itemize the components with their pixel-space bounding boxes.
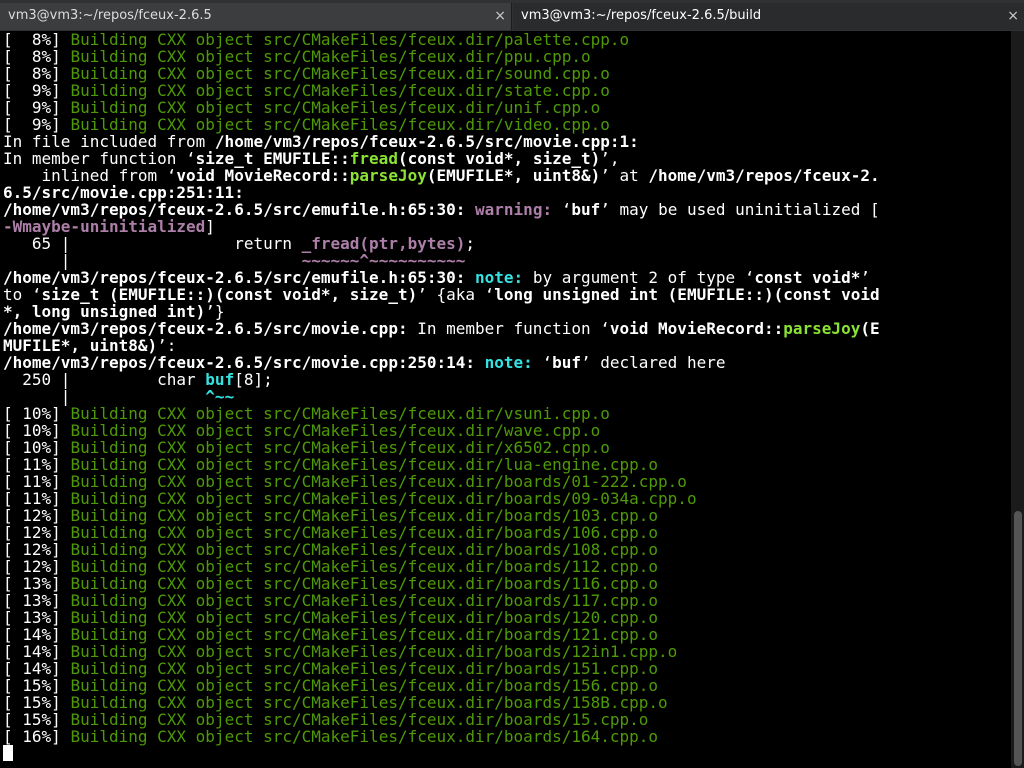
terminal-text-segment: ’ at (600, 166, 649, 185)
terminal-line: [ 16%] Building CXX object src/CMakeFile… (3, 728, 880, 745)
terminal-output[interactable]: [ 8%] Building CXX object src/CMakeFiles… (0, 31, 1011, 768)
scrollbar-thumb[interactable] (1014, 511, 1022, 766)
terminal-text-segment: In member function ‘ (407, 319, 610, 338)
terminal-scrollbar[interactable] (1011, 31, 1024, 768)
terminal-line: [ 11%] Building CXX object src/CMakeFile… (3, 456, 880, 473)
terminal-line: /home/vm3/repos/fceux-2.6.5/src/emufile.… (3, 201, 880, 218)
terminal-line: In file included from /home/vm3/repos/fc… (3, 133, 880, 150)
terminal-text-segment: parseJoy (783, 319, 861, 338)
terminal-line: MUFILE*, uint8&)’: (3, 337, 880, 354)
terminal-line: | ~~~~~~^~~~~~~~~~~ (3, 252, 880, 269)
terminal-line: [ 10%] Building CXX object src/CMakeFile… (3, 405, 880, 422)
terminal-line: [ 8%] Building CXX object src/CMakeFiles… (3, 48, 880, 65)
terminal-line: [ 8%] Building CXX object src/CMakeFiles… (3, 31, 880, 48)
terminal-line: | ^~~ (3, 388, 880, 405)
terminal-line: [ 14%] Building CXX object src/CMakeFile… (3, 660, 880, 677)
terminal-line: [ 9%] Building CXX object src/CMakeFiles… (3, 82, 880, 99)
close-icon[interactable]: × (1007, 3, 1019, 29)
terminal-line: inlined from ‘void MovieRecord::parseJoy… (3, 167, 880, 184)
terminal-line: 65 | return _fread(ptr,bytes); (3, 235, 880, 252)
terminal-line: [ 13%] Building CXX object src/CMakeFile… (3, 575, 880, 592)
terminal-text-segment: warning: (475, 200, 562, 219)
terminal-text-segment: long unsigned int (EMUFILE::)(const void (494, 285, 880, 304)
terminal-line: [ 15%] Building CXX object src/CMakeFile… (3, 711, 880, 728)
terminal-text-segment: [ 16%] (3, 727, 71, 746)
terminal-text-segment: ’ declared here (580, 353, 726, 372)
terminal-text-segment: Building CXX object src/CMakeFiles/fceux… (70, 727, 659, 746)
terminal-text-segment: (EMUFILE*, uint8&) (426, 166, 601, 185)
terminal-line: *, long unsigned int)’} (3, 303, 880, 320)
terminal-line: In member function ‘size_t EMUFILE::frea… (3, 150, 880, 167)
text-cursor (3, 745, 13, 761)
terminal-text-segment: (E (860, 319, 880, 338)
terminal-text-segment: [8]; (234, 370, 273, 389)
terminal-line: [ 12%] Building CXX object src/CMakeFile… (3, 507, 880, 524)
terminal-prompt-line[interactable] (3, 745, 880, 762)
terminal-text-segment: void MovieRecord:: (609, 319, 784, 338)
terminal-line: [ 9%] Building CXX object src/CMakeFiles… (3, 116, 880, 133)
terminal-line: [ 12%] Building CXX object src/CMakeFile… (3, 524, 880, 541)
terminal-line: -Wmaybe-uninitialized] (3, 218, 880, 235)
terminal-text-segment: ‘ (561, 200, 572, 219)
terminal-line: [ 15%] Building CXX object src/CMakeFile… (3, 677, 880, 694)
terminal-line: to ‘size_t (EMUFILE::)(const void*, size… (3, 286, 880, 303)
terminal-line: [ 8%] Building CXX object src/CMakeFiles… (3, 65, 880, 82)
terminal-line: [ 11%] Building CXX object src/CMakeFile… (3, 473, 880, 490)
terminal-line: [ 13%] Building CXX object src/CMakeFile… (3, 592, 880, 609)
terminal-text-segment: ’ {aka ‘ (417, 285, 495, 304)
terminal-text-segment: note: (484, 353, 543, 372)
terminal-text-segment: ’ may be used uninitialized [ (600, 200, 880, 219)
terminal-line: 250 | char buf[8]; (3, 371, 880, 388)
tab-title: vm3@vm3:~/repos/fceux-2.6.5/build (521, 8, 762, 23)
terminal-text-segment: buf (571, 200, 601, 219)
terminal-line: [ 9%] Building CXX object src/CMakeFiles… (3, 99, 880, 116)
terminal-text-segment: ; (465, 234, 476, 253)
terminal-line: [ 14%] Building CXX object src/CMakeFile… (3, 643, 880, 660)
terminal-line: [ 12%] Building CXX object src/CMakeFile… (3, 558, 880, 575)
close-icon[interactable]: × (494, 3, 506, 29)
terminal-line: [ 15%] Building CXX object src/CMakeFile… (3, 694, 880, 711)
terminal-line: [ 11%] Building CXX object src/CMakeFile… (3, 490, 880, 507)
terminal-line: [ 10%] Building CXX object src/CMakeFile… (3, 422, 880, 439)
tab-title: vm3@vm3:~/repos/fceux-2.6.5 (8, 8, 212, 23)
terminal-text-segment: parseJoy (349, 166, 427, 185)
terminal-line: [ 14%] Building CXX object src/CMakeFile… (3, 626, 880, 643)
tab-bar: vm3@vm3:~/repos/fceux-2.6.5 × vm3@vm3:~/… (0, 0, 1024, 32)
terminal-line: [ 12%] Building CXX object src/CMakeFile… (3, 541, 880, 558)
terminal-line: /home/vm3/repos/fceux-2.6.5/src/movie.cp… (3, 354, 880, 371)
terminal-text-segment: /home/vm3/repos/fceux-2. (648, 166, 880, 185)
terminal-line: 6.5/src/movie.cpp:251:11: (3, 184, 880, 201)
terminal-text-segment: ‘ (542, 353, 553, 372)
terminal-line: /home/vm3/repos/fceux-2.6.5/src/emufile.… (3, 269, 880, 286)
terminal-line: [ 13%] Building CXX object src/CMakeFile… (3, 609, 880, 626)
tab-fceux-build[interactable]: vm3@vm3:~/repos/fceux-2.6.5/build × (513, 3, 1024, 30)
terminal-lines: [ 8%] Building CXX object src/CMakeFiles… (3, 31, 880, 762)
terminal-line: [ 10%] Building CXX object src/CMakeFile… (3, 439, 880, 456)
tab-fceux-root[interactable]: vm3@vm3:~/repos/fceux-2.6.5 × (0, 3, 512, 30)
terminal-line: /home/vm3/repos/fceux-2.6.5/src/movie.cp… (3, 320, 880, 337)
terminal-text-segment: buf (552, 353, 581, 372)
